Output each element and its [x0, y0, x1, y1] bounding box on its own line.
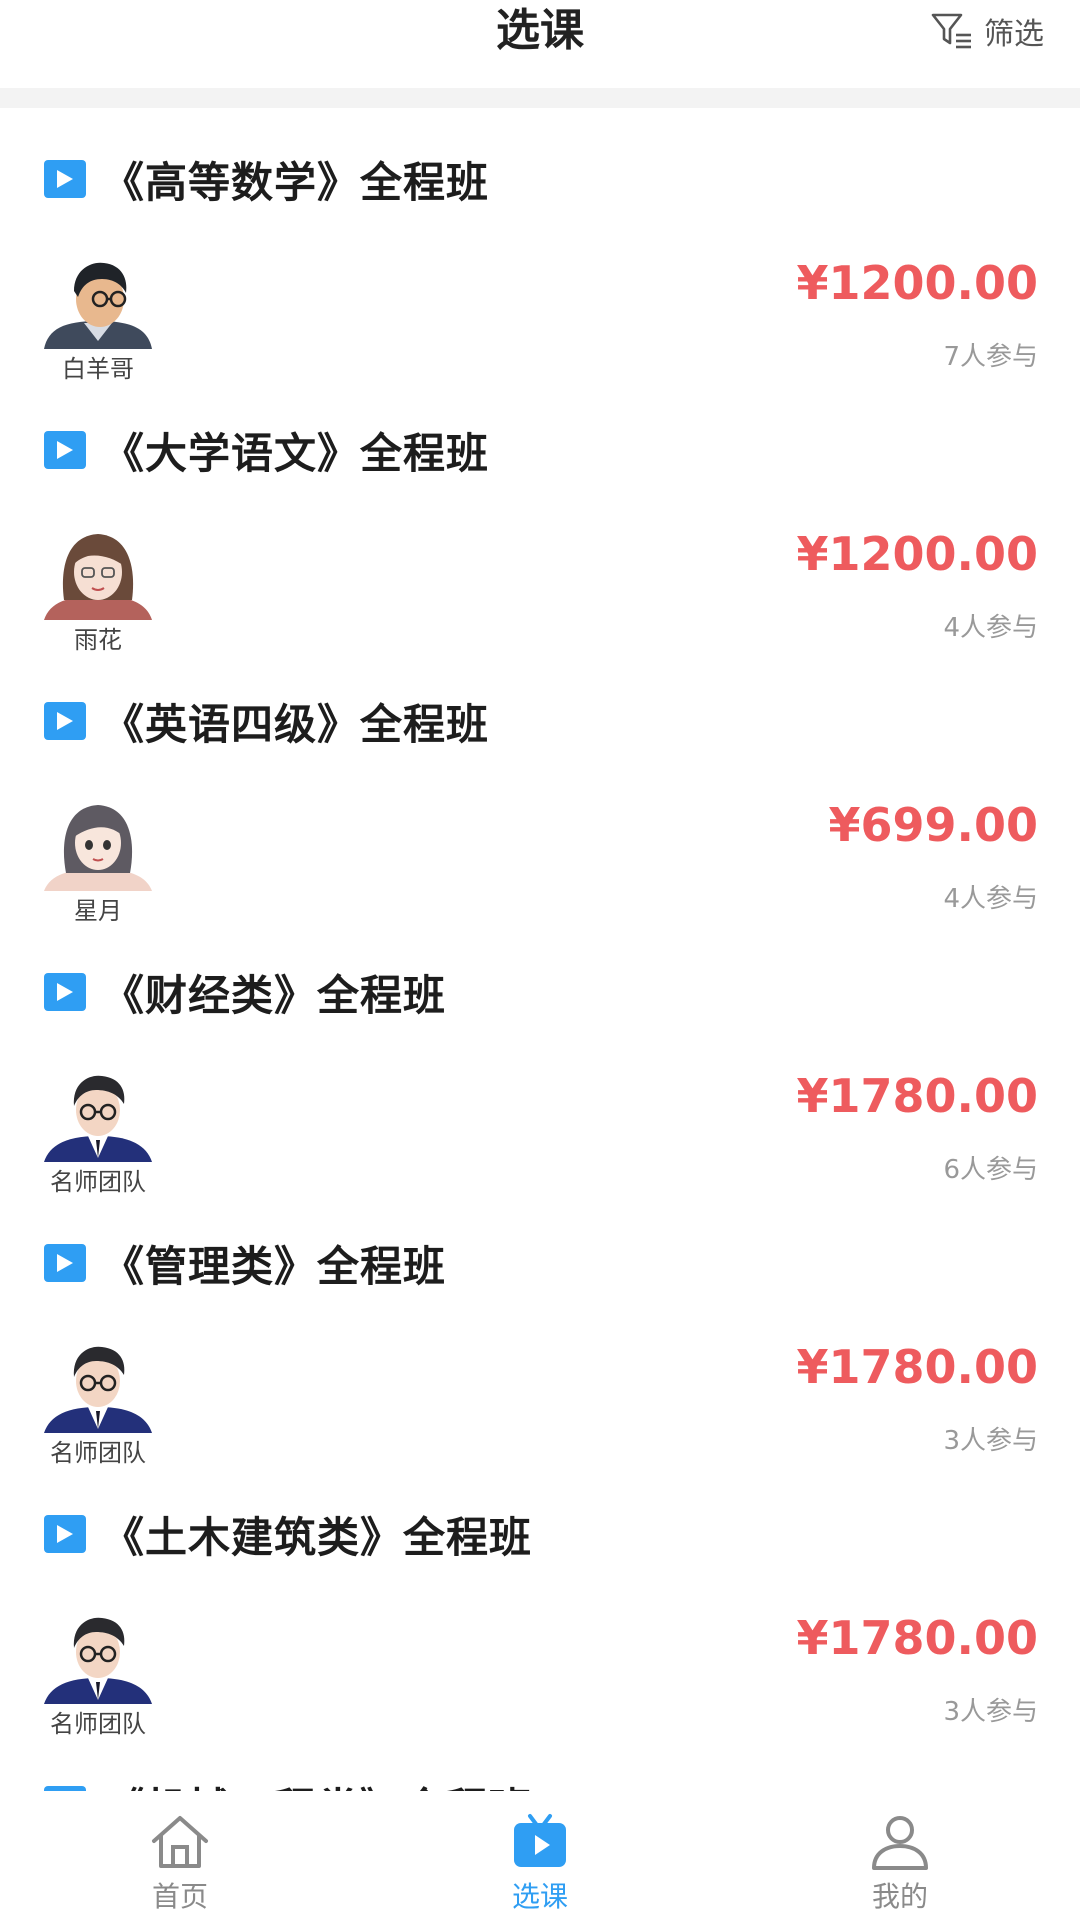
course-list[interactable]: 《高等数学》全程班 白羊哥 ¥1200.00 7人参与 《大学语文》全程班 雨花…	[0, 108, 1080, 1791]
tab-courses[interactable]: 选课	[360, 1791, 720, 1920]
teacher-info: 白羊哥	[44, 259, 152, 384]
teacher-info: 雨花	[44, 530, 152, 655]
teacher-avatar	[44, 259, 152, 349]
play-icon	[44, 1244, 86, 1282]
course-title: 《土木建筑类》全程班	[102, 1512, 533, 1562]
course-title-row: 《大学语文》全程班	[44, 419, 489, 481]
teacher-info: 名师团队	[44, 1343, 152, 1468]
course-title-row: 《财经类》全程班	[44, 961, 446, 1023]
participants-count: 6人参与	[943, 1155, 1038, 1185]
course-title: 《英语四级》全程班	[102, 699, 490, 749]
course-price: ¥1780.00	[796, 1340, 1038, 1394]
home-icon	[152, 1816, 208, 1868]
play-icon	[44, 1515, 86, 1553]
course-title-row: 《土木建筑类》全程班	[44, 1503, 532, 1565]
course-price: ¥1780.00	[796, 1069, 1038, 1123]
teacher-avatar	[44, 1072, 152, 1162]
participants-count: 4人参与	[943, 884, 1038, 914]
course-item[interactable]: 《大学语文》全程班 雨花 ¥1200.00 4人参与	[0, 379, 1080, 654]
course-price: ¥699.00	[828, 798, 1038, 852]
filter-icon	[931, 13, 971, 49]
course-title-row: 《机械工程类》全程班	[44, 1774, 532, 1791]
user-icon	[872, 1816, 928, 1870]
teacher-avatar	[44, 801, 152, 891]
course-item[interactable]: 《管理类》全程班 名师团队 ¥1780.00 3人参与	[0, 1192, 1080, 1467]
play-icon	[44, 702, 86, 740]
header-bar: 选课 筛选	[0, 0, 1080, 90]
participants-count: 7人参与	[943, 342, 1038, 372]
teacher-info: 星月	[44, 801, 152, 926]
tab-label: 首页	[151, 1880, 208, 1913]
page-title: 选课	[496, 5, 584, 56]
course-title: 《管理类》全程班	[102, 1241, 447, 1291]
teacher-info: 名师团队	[44, 1072, 152, 1197]
tv-play-icon	[514, 1814, 566, 1867]
participants-count: 3人参与	[943, 1697, 1038, 1727]
teacher-info: 名师团队	[44, 1614, 152, 1739]
course-item[interactable]: 《英语四级》全程班 星月 ¥699.00 4人参与	[0, 650, 1080, 925]
play-icon	[44, 973, 86, 1011]
filter-label: 筛选	[984, 17, 1044, 52]
tab-label: 选课	[511, 1880, 568, 1913]
course-item[interactable]: 《土木建筑类》全程班 名师团队 ¥1780.00 3人参与	[0, 1463, 1080, 1738]
course-title: 《大学语文》全程班	[102, 428, 490, 478]
teacher-avatar	[44, 1614, 152, 1704]
course-title: 《财经类》全程班	[102, 970, 447, 1020]
course-title: 《机械工程类》全程班	[102, 1775, 532, 1792]
course-title: 《高等数学》全程班	[102, 157, 490, 207]
course-title-row: 《英语四级》全程班	[44, 690, 489, 752]
bottom-tab-bar: 首页 选课 我的	[0, 1791, 1080, 1920]
teacher-avatar	[44, 530, 152, 620]
course-title-row: 《管理类》全程班	[44, 1232, 446, 1294]
teacher-avatar	[44, 1343, 152, 1433]
tab-mine[interactable]: 我的	[720, 1791, 1080, 1920]
app-screen: 选课 筛选 《高等数学》全程班 白羊哥 ¥1200.00 7人参与 《大学语文》…	[0, 0, 1080, 1920]
play-icon	[44, 431, 86, 469]
course-price: ¥1200.00	[796, 256, 1038, 310]
header-divider	[0, 88, 1080, 108]
tab-label: 我的	[871, 1880, 928, 1913]
tab-home[interactable]: 首页	[0, 1791, 360, 1920]
participants-count: 4人参与	[943, 613, 1038, 643]
play-icon	[44, 160, 86, 198]
course-price: ¥1780.00	[796, 1611, 1038, 1665]
course-item[interactable]: 《机械工程类》全程班	[0, 1734, 1080, 1791]
course-item[interactable]: 《财经类》全程班 名师团队 ¥1780.00 6人参与	[0, 921, 1080, 1196]
course-title-row: 《高等数学》全程班	[44, 148, 489, 210]
course-price: ¥1200.00	[796, 527, 1038, 581]
participants-count: 3人参与	[943, 1426, 1038, 1456]
course-item[interactable]: 《高等数学》全程班 白羊哥 ¥1200.00 7人参与	[0, 108, 1080, 383]
filter-button[interactable]: 筛选	[930, 8, 1044, 54]
